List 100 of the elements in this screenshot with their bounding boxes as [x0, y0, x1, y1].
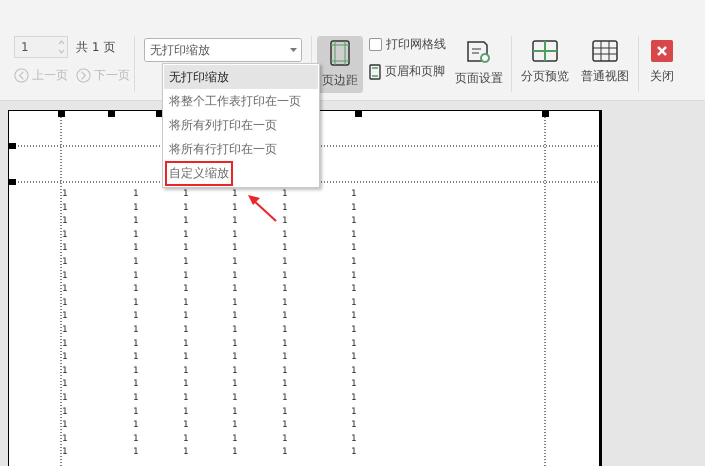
sheet-cell-text: 1 — [282, 419, 288, 432]
sheet-cell-text: 1 — [133, 351, 138, 364]
sheet-cell-text: 1 — [232, 283, 238, 296]
sheet-cell-text: 1 — [183, 378, 188, 392]
sheet-cell-text: 1 — [232, 228, 238, 242]
margin-handle[interactable] — [58, 111, 65, 117]
sheet-cell-text: 1 — [62, 432, 68, 446]
sheet-cell-text: 1 — [351, 188, 356, 201]
page-count: 共 1 页 — [76, 38, 116, 56]
sheet-cell-text: 1 — [183, 432, 188, 446]
sheet-cell-text: 1 — [62, 419, 68, 432]
sheet-cell-text: 1 — [232, 419, 238, 432]
spinner-icon — [58, 40, 65, 54]
sheet-cell-text: 1 — [133, 378, 138, 392]
sheet-cell-text: 1 — [351, 406, 356, 418]
sheet-cell-text: 1 — [232, 432, 238, 446]
sheet-cell-text: 1 — [183, 242, 188, 256]
sheet-cell-text: 1 — [183, 392, 188, 405]
margins-icon — [330, 40, 350, 66]
sheet-cell-text: 1 — [282, 215, 288, 228]
sheet-cell-text: 1 — [351, 351, 356, 364]
scale-option[interactable]: 将所有行打印在一页 — [164, 137, 318, 161]
sheet-cell-text: 1 — [282, 270, 288, 283]
sheet-cell-text: 1 — [282, 351, 288, 364]
sheet-cell-text: 1 — [282, 242, 288, 256]
margin-handle[interactable] — [9, 143, 16, 149]
sheet-cell-text: 1 — [282, 432, 288, 446]
sheet-cell-text: 1 — [133, 392, 138, 405]
margin-handle[interactable] — [355, 111, 362, 117]
sheet-cell-text: 1 — [62, 242, 68, 256]
scale-select[interactable]: 无打印缩放 — [144, 38, 302, 62]
sheet-cell-text: 1 — [133, 202, 138, 215]
page-break-preview-button[interactable]: 分页预览 — [517, 36, 573, 89]
page-setup-button[interactable]: 页面设置 — [452, 36, 506, 91]
annotation-arrow — [248, 195, 277, 222]
page-break-icon — [532, 40, 558, 62]
sheet-cell-text: 1 — [232, 392, 238, 405]
sheet-cell-text: 1 — [183, 256, 188, 269]
sheet-cell-text: 1 — [282, 378, 288, 392]
sheet-cell-text: 1 — [351, 364, 356, 378]
sheet-cell-text: 1 — [183, 310, 188, 324]
sheet-cell-text: 1 — [351, 310, 356, 324]
page-number-field[interactable]: 1 — [14, 36, 68, 58]
sheet-cell-text: 1 — [183, 202, 188, 215]
sheet-cell-text: 1 — [351, 215, 356, 228]
sheet-cell-text: 1 — [282, 364, 288, 378]
scale-option[interactable]: 将所有列打印在一页 — [164, 113, 318, 137]
sheet-cell-text: 1 — [282, 310, 288, 324]
sheet-cell-text: 1 — [183, 228, 188, 242]
sheet-cell-text: 1 — [232, 378, 238, 392]
sheet-cell-text: 1 — [183, 215, 188, 228]
margin-handle[interactable] — [108, 111, 115, 117]
sheet-cell-text: 1 — [282, 283, 288, 296]
margin-handle[interactable] — [542, 111, 549, 117]
close-button[interactable]: 关闭 — [644, 36, 680, 89]
sheet-cell-text: 1 — [62, 188, 68, 201]
sheet-cell-text: 1 — [351, 419, 356, 432]
sheet-cell-text: 1 — [282, 188, 288, 201]
sheet-cell-text: 1 — [183, 188, 188, 201]
sheet-cell-text: 1 — [282, 392, 288, 405]
sheet-cell-text: 1 — [282, 296, 288, 310]
sheet-cell-text: 1 — [232, 202, 238, 215]
sheet-cell-text: 1 — [62, 338, 68, 351]
sheet-cell-text: 1 — [183, 296, 188, 310]
sheet-cell-text: 1 — [351, 432, 356, 446]
sheet-cell-text: 1 — [62, 406, 68, 418]
sheet-cell-text: 1 — [62, 270, 68, 283]
scale-option[interactable]: 自定义缩放 — [164, 161, 318, 185]
margin-handle[interactable] — [9, 179, 16, 185]
margins-button[interactable]: 页边距 — [317, 36, 363, 93]
sheet-cell-text: 1 — [62, 215, 68, 228]
sheet-cell-text: 1 — [183, 270, 188, 283]
sheet-cell-text: 1 — [232, 324, 238, 337]
sheet-cell-text: 1 — [62, 378, 68, 392]
sheet-cell-text: 1 — [183, 406, 188, 418]
sheet-cell-text: 1 — [133, 446, 138, 460]
sheet-cell-text: 1 — [232, 215, 238, 228]
sheet-cell-text: 1 — [282, 338, 288, 351]
scale-option[interactable]: 无打印缩放 — [164, 65, 318, 89]
sheet-cell-text: 1 — [183, 351, 188, 364]
sheet-cell-text: 1 — [133, 364, 138, 378]
sheet-cell-text: 1 — [133, 228, 138, 242]
sheet-cell-text: 1 — [232, 242, 238, 256]
sheet-cell-text: 1 — [183, 364, 188, 378]
sheet-cell-text: 1 — [351, 202, 356, 215]
sheet-cell-text: 1 — [133, 338, 138, 351]
sheet-cell-text: 1 — [183, 324, 188, 337]
normal-view-button[interactable]: 普通视图 — [577, 36, 633, 89]
sheet-cell-text: 1 — [133, 283, 138, 296]
sheet-cell-text: 1 — [232, 338, 238, 351]
sheet-cell-text: 1 — [133, 270, 138, 283]
header-footer-button[interactable]: 页眉和页脚 — [369, 63, 446, 80]
sheet-cell-text: 1 — [62, 392, 68, 405]
sheet-cell-text: 1 — [282, 202, 288, 215]
sheet-cell-text: 1 — [351, 324, 356, 337]
scale-option[interactable]: 将整个工作表打印在一页 — [164, 89, 318, 113]
print-gridlines-checkbox[interactable]: 打印网格线 — [369, 36, 446, 53]
sheet-cell-text: 1 — [232, 364, 238, 378]
sheet-cell-text: 1 — [282, 406, 288, 418]
sheet-cell-text: 1 — [232, 351, 238, 364]
